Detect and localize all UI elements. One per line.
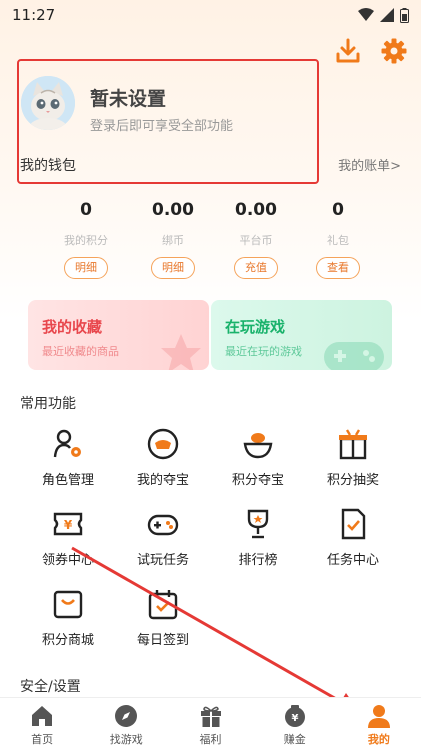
points-detail-button[interactable]: 明细 [64, 257, 108, 279]
home-icon [32, 706, 53, 726]
header-actions [335, 38, 407, 64]
profile-subtitle: 登录后即可享受全部功能 [90, 119, 234, 134]
star-icon [161, 334, 201, 370]
points-lottery-icon [339, 429, 367, 460]
stat-label: 绑币 [162, 234, 184, 247]
func-points-treasure[interactable]: 积分夺宝 [211, 427, 305, 488]
func-label: 积分夺宝 [231, 473, 284, 488]
stat-bound-coins[interactable]: 0.00 绑币 [138, 200, 208, 248]
role-manage-icon [53, 429, 81, 458]
favorites-card[interactable]: 我的收藏 最近收藏的商品 [28, 300, 209, 370]
cat-avatar-image [21, 76, 75, 130]
playing-title: 在玩游戏 [225, 318, 286, 336]
favorites-title: 我的收藏 [42, 318, 103, 336]
task-center-icon [341, 508, 366, 540]
security-settings-title[interactable]: 安全/设置 [20, 676, 81, 696]
money-bag-icon: ¥ [284, 705, 305, 727]
func-my-treasure[interactable]: 我的夺宝 [116, 427, 210, 488]
tab-label: 赚金 [283, 733, 306, 746]
points-mall-icon [53, 590, 83, 619]
status-bar: 11:27 [0, 0, 421, 30]
func-label: 角色管理 [41, 473, 94, 488]
user-icon [367, 705, 390, 728]
coupon-center-icon: ¥ [53, 512, 83, 536]
wifi-icon [358, 8, 374, 21]
compass-icon [115, 705, 138, 727]
trial-task-icon [147, 514, 179, 536]
func-label: 排行榜 [238, 553, 278, 568]
stat-value: 0.00 [152, 200, 194, 220]
download-icon[interactable] [335, 38, 361, 64]
func-ranking[interactable]: 排行榜 [211, 507, 305, 568]
func-label: 领券中心 [41, 553, 94, 568]
view-gifts-button[interactable]: 查看 [316, 257, 360, 279]
gift-icon [200, 706, 221, 727]
func-coupon-center[interactable]: ¥ 领券中心 [21, 507, 115, 568]
stat-gift-packs[interactable]: 0 礼包 [303, 200, 373, 248]
func-trial-task[interactable]: 试玩任务 [116, 507, 210, 568]
stat-label: 礼包 [327, 234, 349, 247]
wallet-stats: 0 我的积分 0.00 绑币 0.00 平台币 0 礼包 明细 明细 充值 查看 [0, 200, 421, 280]
bottom-tab-bar: 首页 找游戏 福利 ¥ 赚金 我的 [0, 697, 421, 748]
func-task-center[interactable]: 任务中心 [306, 507, 400, 568]
tab-earn[interactable]: ¥ 赚金 [253, 698, 337, 748]
gear-icon[interactable] [381, 38, 407, 64]
func-label: 每日签到 [136, 633, 189, 648]
stat-label: 我的积分 [64, 234, 108, 247]
gamepad-icon [324, 342, 384, 370]
status-time: 11:27 [12, 6, 56, 24]
common-functions-title: 常用功能 [20, 396, 76, 412]
func-label: 试玩任务 [136, 553, 189, 568]
avatar[interactable] [21, 76, 75, 130]
playing-subtitle: 最近在玩的游戏 [225, 345, 302, 358]
func-label: 积分商城 [41, 633, 94, 648]
stat-value: 0 [80, 200, 92, 220]
battery-icon [400, 7, 409, 23]
stat-platform-coins[interactable]: 0.00 平台币 [221, 200, 291, 248]
status-icons [358, 7, 409, 23]
tab-label: 找游戏 [109, 733, 143, 746]
recharge-button[interactable]: 充值 [234, 257, 278, 279]
func-role-manage[interactable]: 角色管理 [21, 427, 115, 488]
bound-coins-detail-button[interactable]: 明细 [151, 257, 195, 279]
tab-label: 福利 [199, 733, 222, 746]
stat-value: 0 [332, 200, 344, 220]
points-treasure-icon [243, 433, 273, 459]
wallet-title: 我的钱包 [20, 158, 76, 174]
svg-text:¥: ¥ [291, 713, 298, 724]
signal-icon [380, 8, 394, 22]
profile-name[interactable]: 暂未设置 [90, 84, 166, 111]
func-label: 我的夺宝 [136, 473, 189, 488]
playing-games-card[interactable]: 在玩游戏 最近在玩的游戏 [211, 300, 392, 370]
tab-mine[interactable]: 我的 [337, 698, 421, 748]
svg-text:¥: ¥ [64, 518, 73, 532]
my-treasure-icon [147, 428, 179, 460]
stat-value: 0.00 [235, 200, 277, 220]
func-points-lottery[interactable]: 积分抽奖 [306, 427, 400, 488]
stat-points[interactable]: 0 我的积分 [51, 200, 121, 248]
daily-checkin-icon [148, 590, 178, 620]
tab-welfare[interactable]: 福利 [168, 698, 252, 748]
favorites-subtitle: 最近收藏的商品 [42, 345, 119, 358]
stat-label: 平台币 [239, 234, 273, 247]
tab-find-games[interactable]: 找游戏 [84, 698, 168, 748]
func-label: 任务中心 [326, 553, 379, 568]
ranking-icon [247, 509, 269, 539]
func-label: 积分抽奖 [326, 473, 379, 488]
tab-home[interactable]: 首页 [0, 698, 84, 748]
func-points-mall[interactable]: 积分商城 [21, 587, 115, 648]
tab-label: 首页 [31, 733, 54, 746]
tab-label: 我的 [367, 733, 390, 746]
func-daily-checkin[interactable]: 每日签到 [116, 587, 210, 648]
my-bill-link[interactable]: 我的账单> [338, 155, 401, 174]
